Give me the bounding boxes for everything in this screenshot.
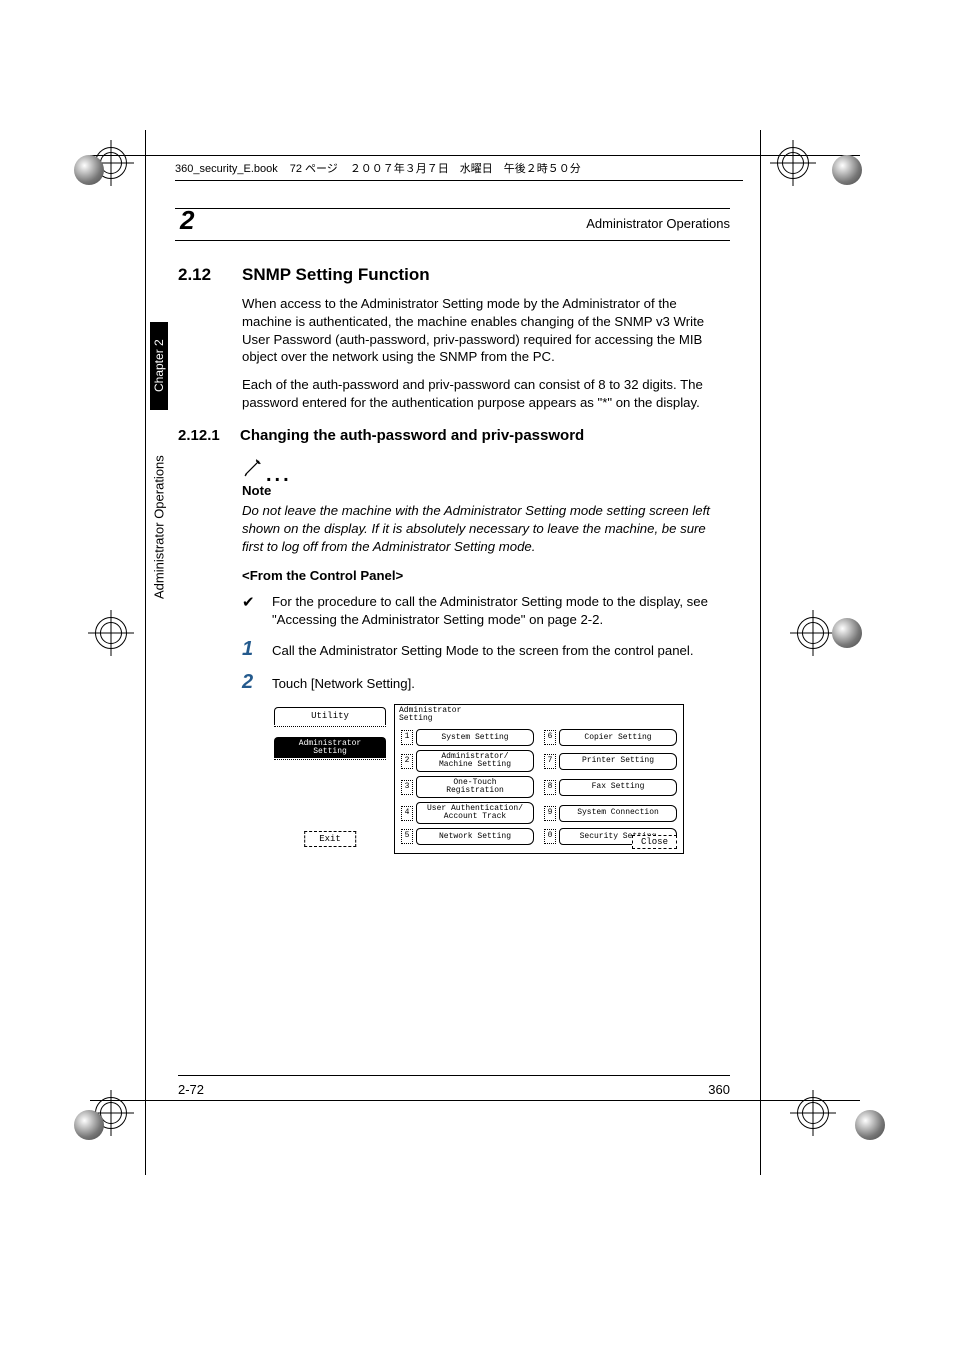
admin-menu-item: 5Network Setting — [401, 828, 534, 845]
menu-item-number: 0 — [544, 829, 556, 844]
step-2: 2 Touch [Network Setting]. — [242, 672, 730, 693]
menu-item-number: 6 — [544, 730, 556, 745]
section-number: 2.12 — [178, 264, 224, 287]
section-title: SNMP Setting Function — [242, 264, 430, 287]
admin-menu-item: 9System Connection — [544, 802, 677, 824]
admin-menu-item: 7Printer Setting — [544, 750, 677, 772]
subsection-number: 2.12.1 — [178, 426, 230, 446]
menu-item-button[interactable]: Copier Setting — [559, 729, 677, 746]
running-head-rule-top — [175, 208, 730, 209]
admin-menu-item: 1System Setting — [401, 729, 534, 746]
menu-item-number: 1 — [401, 730, 413, 745]
menu-item-button[interactable]: User Authentication/ Account Track — [416, 802, 534, 824]
menu-item-number: 2 — [401, 754, 413, 769]
menu-item-button[interactable]: One-Touch Registration — [416, 776, 534, 798]
checklist-text: For the procedure to call the Administra… — [272, 593, 730, 629]
page-source-header: 360_security_E.book 72 ページ ２００７年３月７日 水曜日… — [175, 160, 743, 181]
menu-item-number: 3 — [401, 780, 413, 795]
page-content: 2.12 SNMP Setting Function When access t… — [178, 260, 730, 854]
step-text: Call the Administrator Setting Mode to t… — [272, 639, 730, 660]
source-date: ２００７年３月７日 水曜日 午後２時５０分 — [350, 160, 581, 176]
footer-page-number: 2-72 — [178, 1082, 204, 1097]
side-tab-section: Administrator Operations — [150, 432, 168, 622]
menu-item-number: 5 — [401, 829, 413, 844]
device-panel-title: AdministratorSetting — [399, 707, 461, 723]
page-footer: 2-72 360 — [178, 1075, 730, 1097]
menu-item-number: 7 — [544, 754, 556, 769]
ellipsis-icon: ... — [266, 472, 292, 478]
device-screenshot: Utility Administrator Setting Exit Admin… — [274, 704, 684, 854]
corner-ball-icon — [855, 1110, 885, 1140]
admin-menu-item: 3One-Touch Registration — [401, 776, 534, 798]
checkmark-icon: ✔ — [242, 593, 272, 629]
crop-line-right — [760, 130, 761, 1175]
device-left-panel: Utility Administrator Setting Exit — [274, 707, 386, 849]
close-button[interactable]: Close — [632, 835, 677, 849]
section-para-1: When access to the Administrator Setting… — [242, 295, 730, 366]
note-icon: ... — [242, 456, 730, 478]
section-heading: 2.12 SNMP Setting Function — [178, 264, 730, 287]
subsection-title: Changing the auth-password and priv-pass… — [240, 426, 584, 446]
exit-button[interactable]: Exit — [304, 831, 356, 847]
footer-model: 360 — [708, 1082, 730, 1097]
source-filename: 360_security_E.book — [175, 163, 278, 175]
step-text: Touch [Network Setting]. — [272, 672, 730, 693]
chapter-number: 2 — [180, 205, 194, 236]
panel-heading: <From the Control Panel> — [242, 567, 730, 585]
crop-line-left — [145, 130, 146, 1175]
note-body: Do not leave the machine with the Admini… — [242, 502, 730, 555]
admin-menu-item: 6Copier Setting — [544, 729, 677, 746]
device-right-panel: AdministratorSetting 1System Setting 6Cop… — [394, 704, 684, 854]
menu-item-button[interactable]: System Setting — [416, 729, 534, 746]
corner-ball-icon — [832, 155, 862, 185]
registration-mark-icon — [790, 1090, 836, 1136]
step-1: 1 Call the Administrator Setting Mode to… — [242, 639, 730, 660]
note-label: Note — [242, 482, 730, 500]
admin-menu-item: 2Administrator/ Machine Setting — [401, 750, 534, 772]
side-tabs: Chapter 2 Administrator Operations — [150, 322, 168, 622]
running-head-rule-bottom — [175, 240, 730, 241]
source-page: 72 ページ — [290, 160, 338, 176]
side-tab-chapter: Chapter 2 — [150, 322, 168, 410]
menu-item-button[interactable]: Fax Setting — [559, 779, 677, 796]
crop-line-top — [90, 155, 860, 156]
running-head: Administrator Operations — [200, 216, 730, 231]
subsection-heading: 2.12.1 Changing the auth-password and pr… — [178, 426, 730, 446]
menu-item-button[interactable]: Printer Setting — [559, 753, 677, 770]
corner-ball-icon — [74, 155, 104, 185]
menu-item-button[interactable]: System Connection — [559, 805, 677, 822]
registration-mark-icon — [88, 610, 134, 656]
menu-item-number: 8 — [544, 780, 556, 795]
step-number: 2 — [242, 672, 272, 693]
step-number: 1 — [242, 639, 272, 660]
registration-mark-icon — [790, 610, 836, 656]
checklist-item: ✔ For the procedure to call the Administ… — [242, 593, 730, 629]
admin-menu-grid: 1System Setting 6Copier Setting 2Administr… — [401, 729, 677, 845]
utility-tab[interactable]: Utility — [274, 707, 386, 724]
section-para-2: Each of the auth-password and priv-passw… — [242, 376, 730, 412]
menu-item-number: 9 — [544, 806, 556, 821]
crop-line-bottom — [90, 1100, 860, 1101]
menu-item-number: 4 — [401, 806, 413, 821]
registration-mark-icon — [770, 140, 816, 186]
menu-item-button[interactable]: Network Setting — [416, 828, 534, 845]
admin-menu-item: 8Fax Setting — [544, 776, 677, 798]
menu-item-button[interactable]: Administrator/ Machine Setting — [416, 750, 534, 772]
admin-setting-tab[interactable]: Administrator Setting — [274, 737, 386, 758]
admin-menu-item: 4User Authentication/ Account Track — [401, 802, 534, 824]
corner-ball-icon — [74, 1110, 104, 1140]
corner-ball-icon — [832, 618, 862, 648]
